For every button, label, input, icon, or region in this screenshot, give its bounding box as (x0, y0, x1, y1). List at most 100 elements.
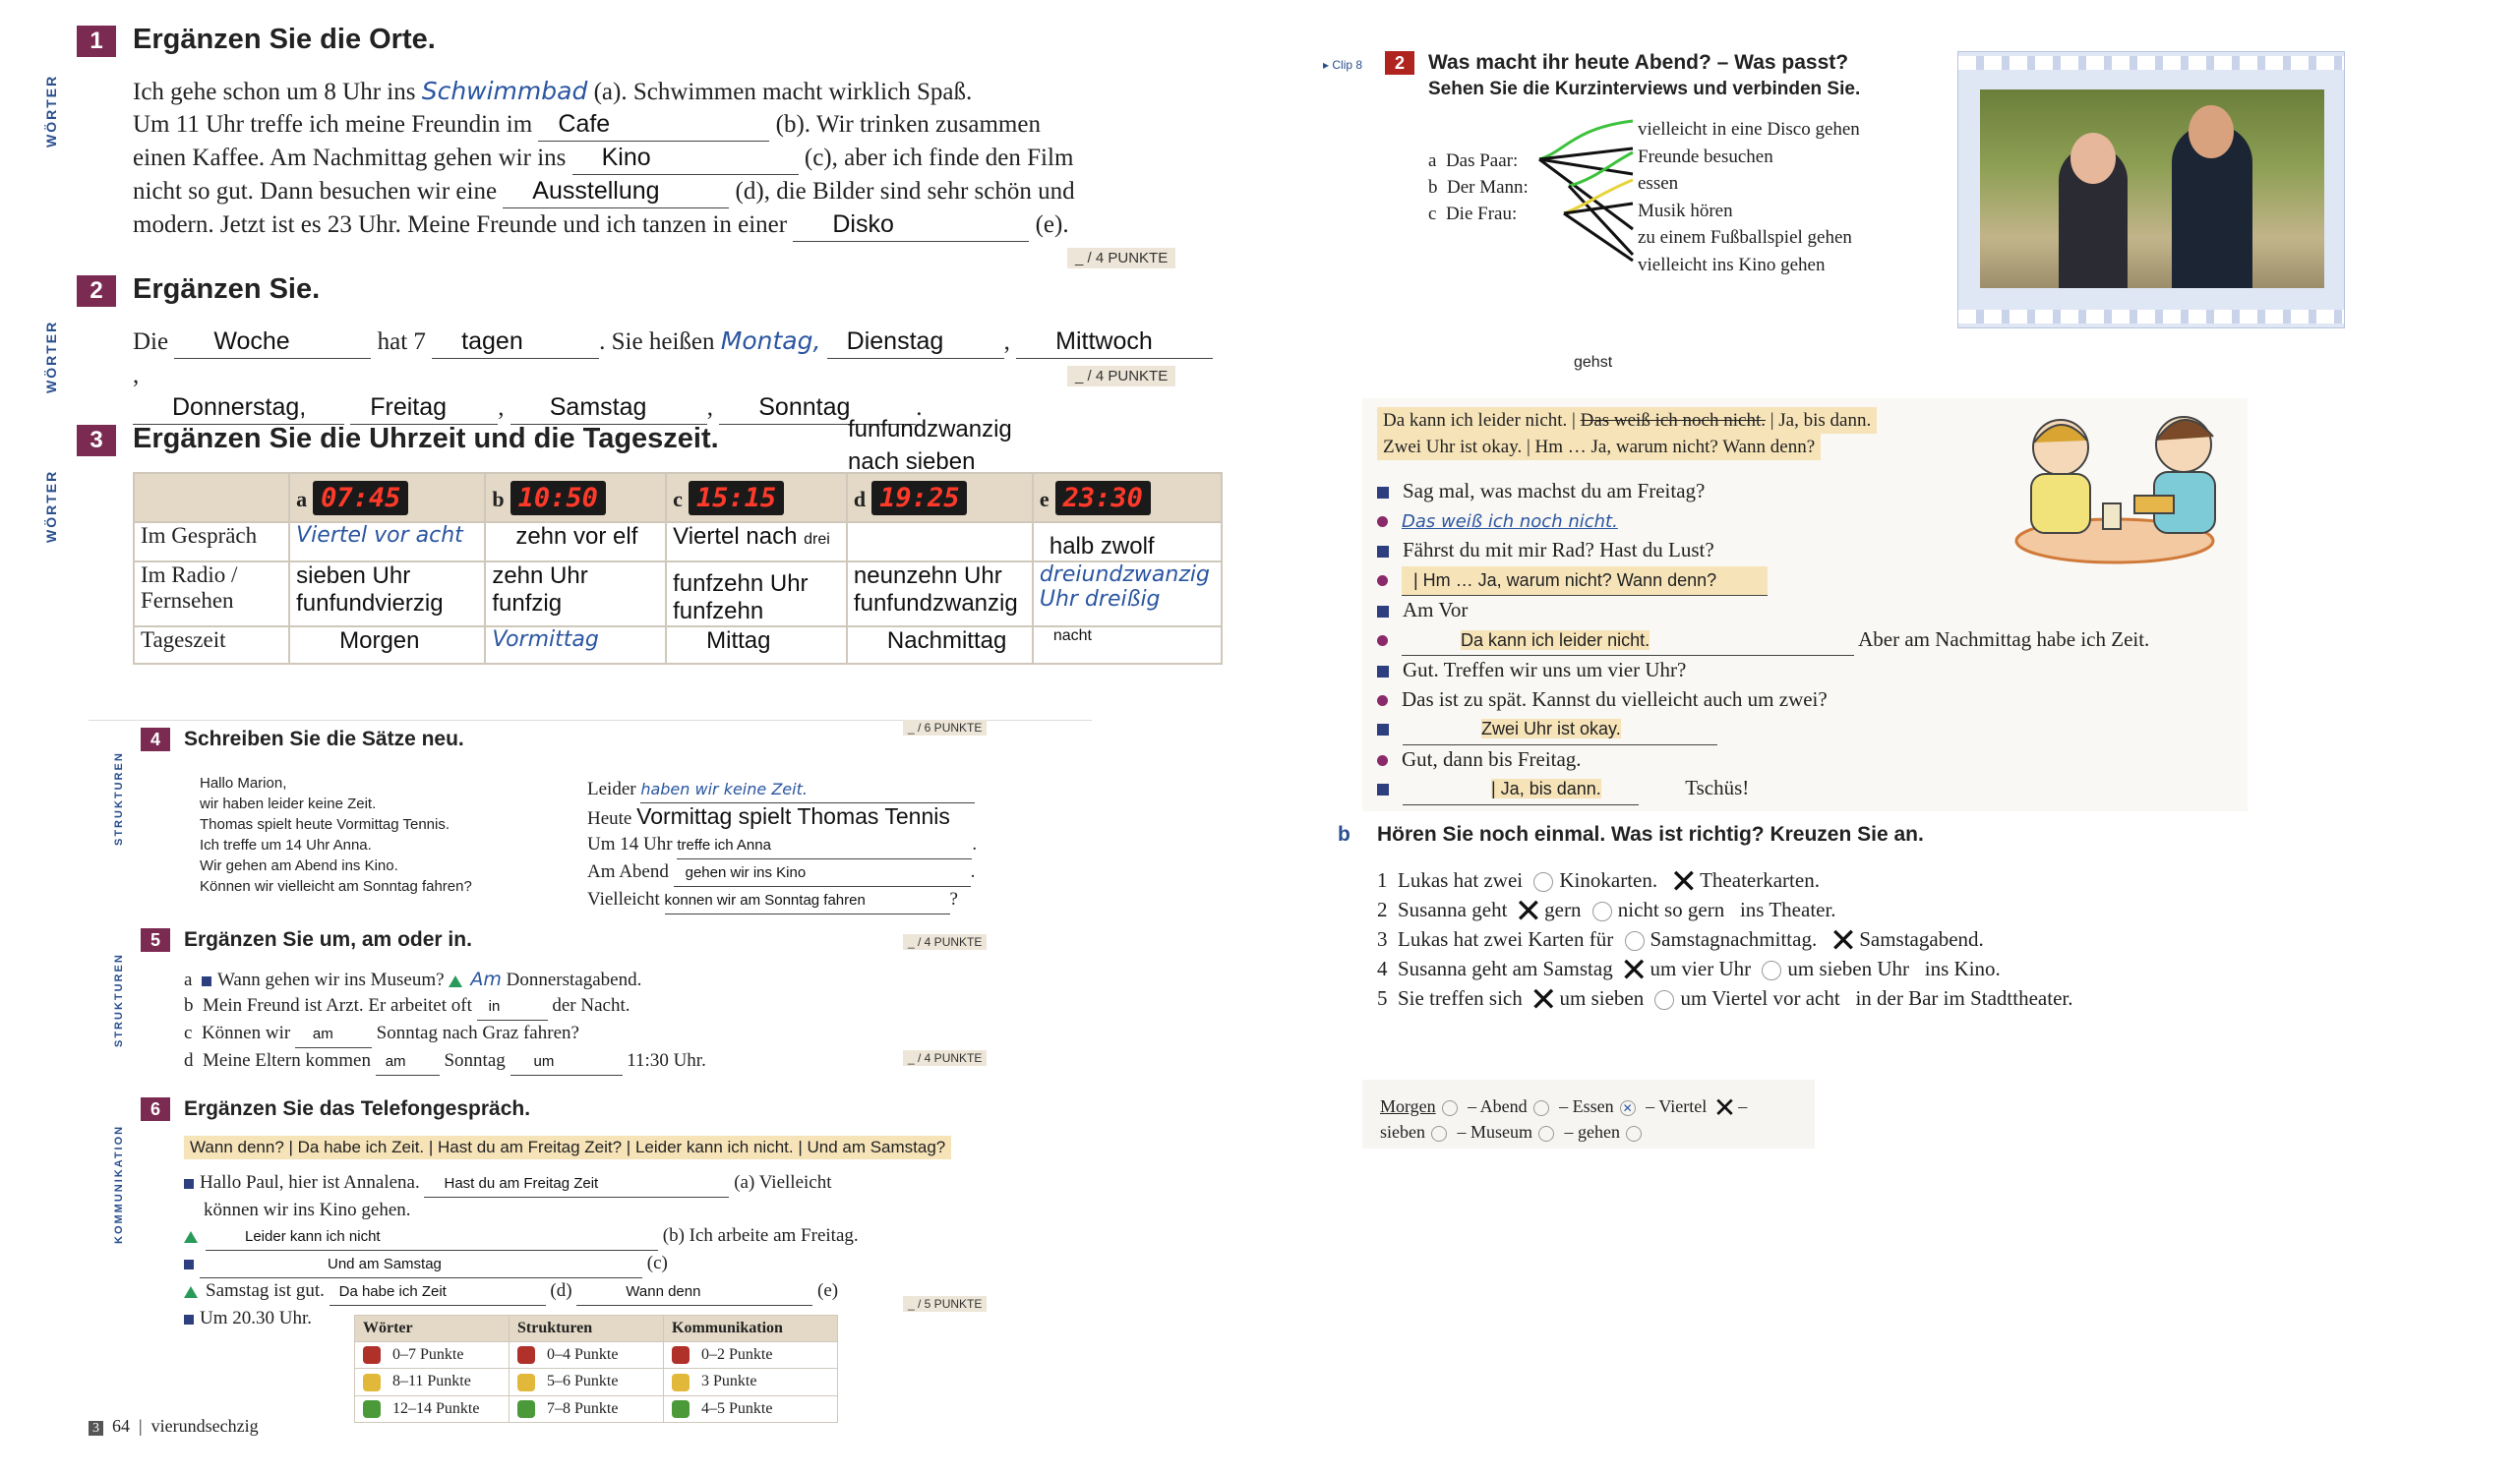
word-radio-2[interactable] (1532, 1099, 1549, 1116)
ex1-answer-e[interactable]: Disko (793, 208, 1030, 242)
ex1-answer-d[interactable]: Ausstellung (503, 175, 730, 208)
cell-2d[interactable]: neunzehn Uhr funfundzwanzig (845, 560, 1034, 627)
b-q5-opt2-radio[interactable] (1654, 990, 1675, 1011)
cell-3a[interactable]: Morgen (288, 625, 487, 665)
ex4-answer-4[interactable]: gehen wir ins Kino (673, 860, 971, 887)
ex2-donnerstag[interactable]: Donnerstag, (133, 391, 344, 425)
b-q1: 1 Lukas hat zwei Kinokarten. ✕Theaterkar… (1377, 862, 1820, 903)
green-lamp-icon (517, 1399, 535, 1418)
b-q4-opt2-radio[interactable] (1762, 961, 1782, 981)
ex5-side-label: STRUKTUREN (113, 953, 125, 1047)
ex4-title: Schreiben Sie die Sätze neu. (184, 728, 464, 750)
b-q5-opt1-cross-icon[interactable]: ✕ (1530, 980, 1558, 1020)
clock-b: 10:50 (510, 480, 606, 515)
r2-number: 2 (1385, 51, 1414, 75)
ex4-answer-5[interactable]: konnen wir am Sonntag fahren (664, 888, 950, 914)
clip-label[interactable]: ▸ Clip 8 (1323, 58, 1362, 72)
ex2-montag[interactable]: Montag, (721, 326, 821, 355)
ex6-title: Ergänzen Sie das Telefongespräch. (184, 1097, 531, 1120)
ex2-side-label: WÖRTER (43, 320, 59, 393)
ex5-answer-a[interactable]: Am (470, 969, 502, 990)
word-radio-3[interactable]: ✕ (1619, 1099, 1636, 1116)
b-q5: 5 Sie treffen sich ✕um sieben um Viertel… (1377, 980, 2073, 1021)
ex1-side-label: WÖRTER (43, 74, 59, 148)
yellow-lamp-icon (517, 1373, 535, 1391)
row-label-tageszeit: Tageszeit (132, 625, 291, 665)
cell-1c[interactable]: Viertel nach drei (665, 521, 848, 562)
ex2-freitag[interactable]: Freitag (350, 391, 499, 425)
cell-2a[interactable]: sieben Uhr funfundvierzig (288, 560, 487, 627)
dialog-answer-4[interactable]: Zwei Uhr ist okay. (1403, 715, 1717, 745)
ex5-answer-b[interactable]: in (476, 994, 548, 1021)
ex6-answer-a[interactable]: Hast du am Freitag Zeit (424, 1171, 730, 1198)
video-still[interactable] (1957, 51, 2345, 328)
cell-3b[interactable]: Vormittag (484, 625, 668, 665)
r2-subtitle: Sehen Sie die Kurzinterviews und verbind… (1428, 79, 1861, 99)
word-radio-5[interactable] (1537, 1125, 1554, 1142)
ex2-text: Die Woche hat 7 tagen. Sie heißen Montag… (133, 324, 1215, 425)
ex1-answer-a[interactable]: Schwimmbad (422, 77, 588, 105)
b-letter: b (1338, 823, 1350, 846)
clock-a: 07:45 (313, 480, 409, 515)
matching-lines (1538, 119, 1635, 263)
ex2-tagen[interactable]: tagen (432, 325, 600, 359)
cell-1d[interactable] (845, 521, 1034, 562)
cell-3e[interactable]: nacht (1031, 625, 1224, 665)
ex4-answer-3[interactable]: treffe ich Anna (677, 833, 973, 859)
cell-1b[interactable]: zehn vor elf (484, 521, 668, 562)
r2-options: vielleicht in eine Disco gehen Freunde be… (1638, 119, 1860, 275)
b-questions: 1 Lukas hat zwei Kinokarten. ✕Theaterkar… (1377, 862, 2073, 1021)
score-legend: Wörter Strukturen Kommunikation 0–7 Punk… (354, 1315, 838, 1423)
dialog-answer-5[interactable]: | Ja, bis dann. (1403, 775, 1639, 805)
ex2-samstag[interactable]: Samstag (510, 391, 707, 425)
word-radio-6[interactable] (1625, 1125, 1642, 1142)
ex2-dienstag[interactable]: Dienstag (826, 325, 1004, 359)
b-q3: 3 Lukas hat zwei Karten für Samstagnachm… (1377, 921, 1984, 962)
dialog-answer-1[interactable]: Das weiß ich noch nicht. (1402, 511, 1618, 532)
ex6-dialog: Hallo Paul, hier ist Annalena. Hast du a… (184, 1170, 859, 1331)
b-q1-opt1-radio[interactable] (1533, 872, 1554, 893)
ex6-answer-b[interactable]: Leider kann ich nicht (206, 1224, 658, 1251)
dialog-answer-3[interactable]: Da kann ich leider nicht. (1402, 626, 1854, 656)
ex4-answers: Leider haben wir keine Zeit. Heute Vormi… (587, 777, 977, 914)
cell-2b[interactable]: zehn Uhr funfzig (484, 560, 668, 627)
cell-1a[interactable]: Viertel vor acht (288, 521, 487, 562)
word-radio-1[interactable] (1441, 1099, 1458, 1116)
cell-3d[interactable]: Nachmittag (845, 625, 1034, 665)
ex5-answer-d2[interactable]: um (510, 1049, 623, 1076)
ex3-above-d: funfundzwanzig nach sieben (848, 416, 1012, 475)
dialog-answer-2[interactable]: | Hm … Ja, warum nicht? Wann denn? (1402, 565, 1768, 596)
ex4-answer-1[interactable]: haben wir keine Zeit. (640, 777, 976, 803)
clock-d: 19:25 (871, 480, 968, 515)
ex1-title: Ergänzen Sie die Orte. (133, 24, 436, 55)
cell-2c[interactable]: funfzehn Uhr funfzehn (665, 560, 848, 627)
cell-3c[interactable]: Mittag (665, 625, 848, 665)
b-q3-opt1-radio[interactable] (1624, 931, 1645, 952)
ex5-answer-d1[interactable]: am (375, 1049, 440, 1076)
red-lamp-icon (517, 1346, 535, 1365)
page-footer: 3 64 | vierundsechzig (89, 1416, 259, 1437)
ex6-answer-d[interactable]: Da habe ich Zeit (329, 1279, 546, 1306)
word-radio-4[interactable] (1430, 1125, 1447, 1142)
ex1-answer-b[interactable]: Cafe (538, 108, 770, 142)
cell-2e[interactable]: dreiundzwanzig Uhr dreißig (1031, 560, 1224, 627)
ex4-answer-2[interactable]: Vormittag spielt Thomas Tennis (636, 803, 950, 829)
row-label-radio: Im Radio / Fernsehen (132, 560, 291, 627)
ex2-mittwoch[interactable]: Mittwoch (1016, 325, 1214, 359)
cell-1e[interactable]: halb zwolf (1031, 521, 1224, 562)
ex6-answer-c[interactable]: Und am Samstag (200, 1252, 642, 1278)
red-lamp-icon (672, 1346, 690, 1365)
r2-people: a Das Paar: b Der Mann: c Die Frau: (1428, 150, 1529, 224)
ex2-woche[interactable]: Woche (174, 325, 372, 359)
ex5-answer-c[interactable]: am (294, 1022, 372, 1048)
ex6-answer-e[interactable]: Wann denn (576, 1279, 813, 1306)
ex6-number: 6 (141, 1097, 170, 1121)
word-cross-icon[interactable]: ✕ (1713, 1092, 1736, 1124)
ex4-points: _ / 6 PUNKTE (903, 720, 988, 736)
ex6-points: _ / 5 PUNKTE (903, 1296, 988, 1312)
ex1-answer-c[interactable]: Kino (571, 142, 799, 175)
dialog-lines: Sag mal, was machst du am Freitag? Das w… (1377, 477, 2149, 805)
b-title: Hören Sie noch einmal. Was ist richtig? … (1377, 823, 1924, 846)
b-q2-opt2-radio[interactable] (1591, 902, 1612, 922)
ex5-title: Ergänzen Sie um, am oder in. (184, 928, 472, 951)
